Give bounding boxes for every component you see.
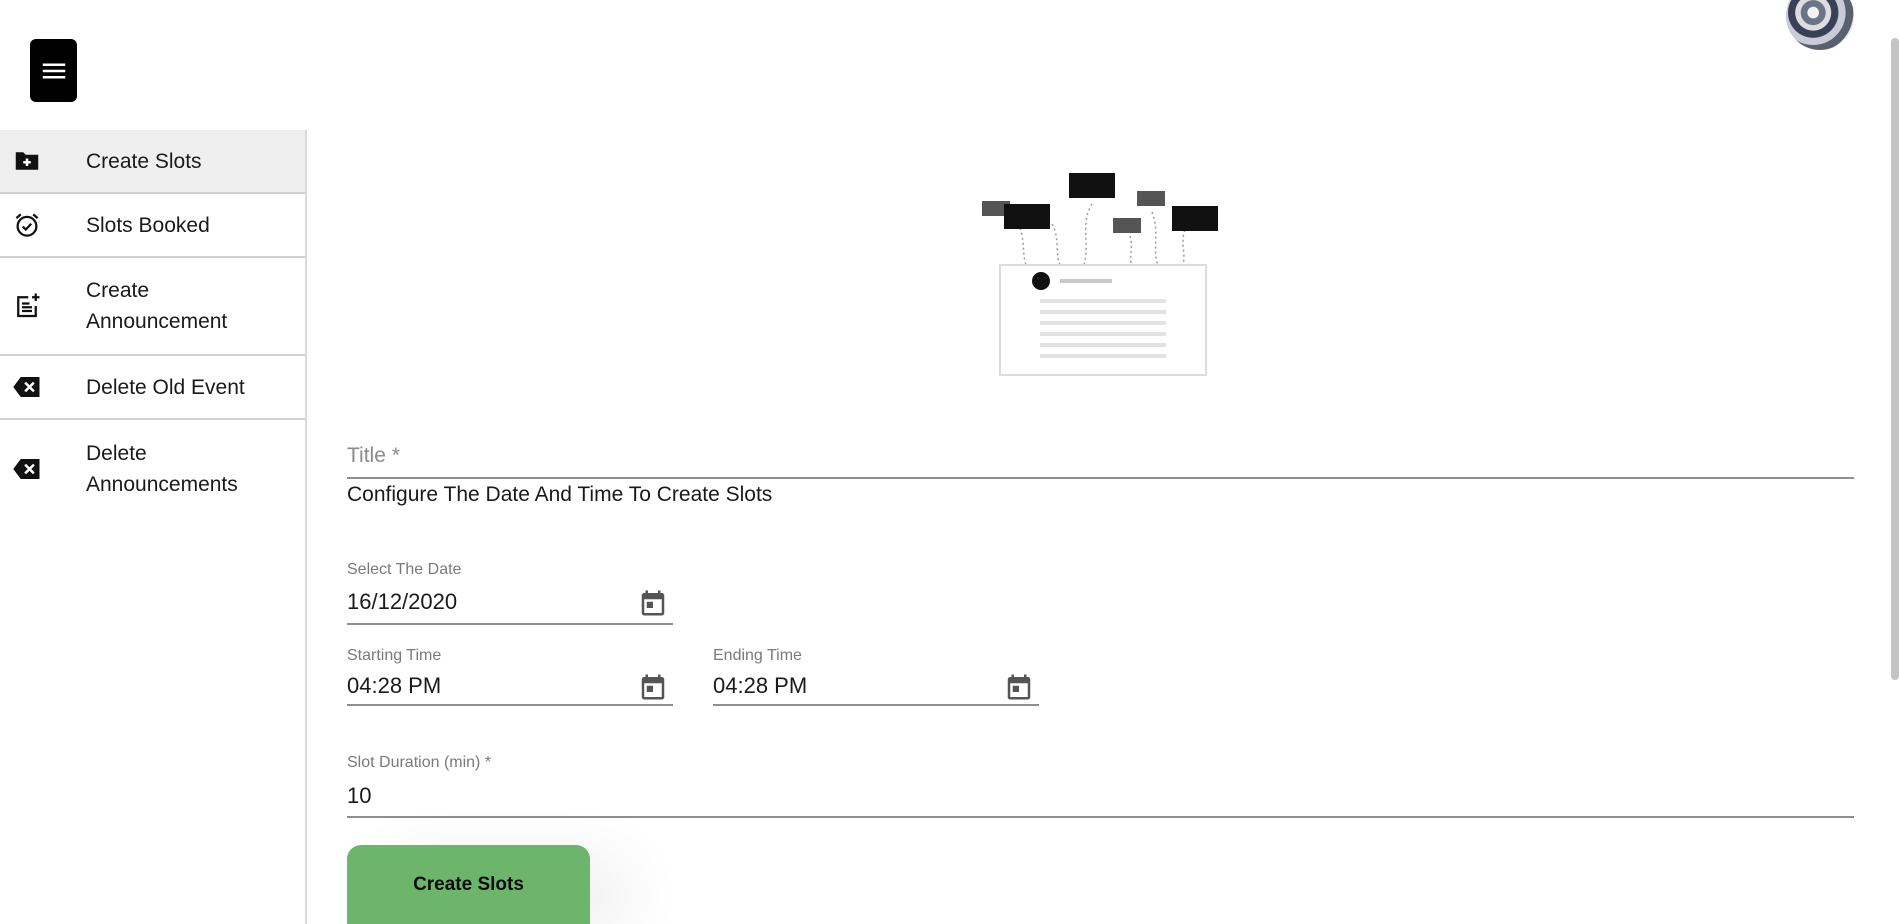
- title-input[interactable]: Configure The Date And Time To Create Sl…: [347, 483, 772, 507]
- slot-duration-label: Slot Duration (min) *: [347, 754, 492, 771]
- date-input[interactable]: 16/12/2020: [347, 589, 457, 615]
- title-underline: [347, 477, 1854, 479]
- user-avatar[interactable]: [1786, 0, 1854, 50]
- sidebar-item-create-slots[interactable]: Create Slots: [0, 130, 305, 194]
- sidebar: Create Slots Slots Booked Create Announc…: [0, 130, 307, 924]
- create-slots-button[interactable]: Create Slots: [347, 845, 590, 924]
- slot-duration-input[interactable]: 10: [347, 783, 371, 809]
- folder-plus-icon: [12, 146, 42, 176]
- calendar-icon[interactable]: [638, 672, 668, 702]
- starting-time-underline: [347, 704, 673, 706]
- ending-time-label: Ending Time: [713, 647, 802, 664]
- sidebar-item-delete-announcements[interactable]: Delete Announcements: [0, 420, 305, 518]
- date-underline: [347, 623, 673, 625]
- ending-time-input[interactable]: 04:28 PM: [713, 673, 807, 699]
- scrollbar[interactable]: [1891, 38, 1899, 680]
- backspace-x-icon: [12, 372, 42, 402]
- sidebar-item-create-announcement[interactable]: Create Announcement: [0, 258, 305, 356]
- sidebar-item-slots-booked[interactable]: Slots Booked: [0, 194, 305, 258]
- date-label: Select The Date: [347, 561, 462, 578]
- hamburger-menu-icon: [42, 63, 65, 78]
- backspace-x-icon: [12, 454, 42, 484]
- calendar-icon[interactable]: [1004, 672, 1034, 702]
- starting-time-label: Starting Time: [347, 647, 442, 664]
- sidebar-item-label: Delete Old Event: [86, 375, 245, 399]
- sidebar-item-label: Create Announcement: [86, 279, 228, 333]
- menu-button[interactable]: [30, 39, 77, 102]
- calendar-icon[interactable]: [638, 588, 668, 618]
- sidebar-item-label: Slots Booked: [86, 213, 210, 237]
- ending-time-underline: [713, 704, 1039, 706]
- title-label: Title *: [347, 444, 400, 467]
- sidebar-item-label: Create Slots: [86, 149, 202, 173]
- alarm-check-icon: [12, 210, 42, 240]
- sidebar-item-delete-old-event[interactable]: Delete Old Event: [0, 356, 305, 420]
- sidebar-item-label: Delete Announcements: [86, 442, 238, 496]
- post-add-icon: [12, 291, 42, 321]
- announcement-illustration: [982, 173, 1218, 376]
- slot-duration-underline: [347, 816, 1854, 818]
- starting-time-input[interactable]: 04:28 PM: [347, 673, 441, 699]
